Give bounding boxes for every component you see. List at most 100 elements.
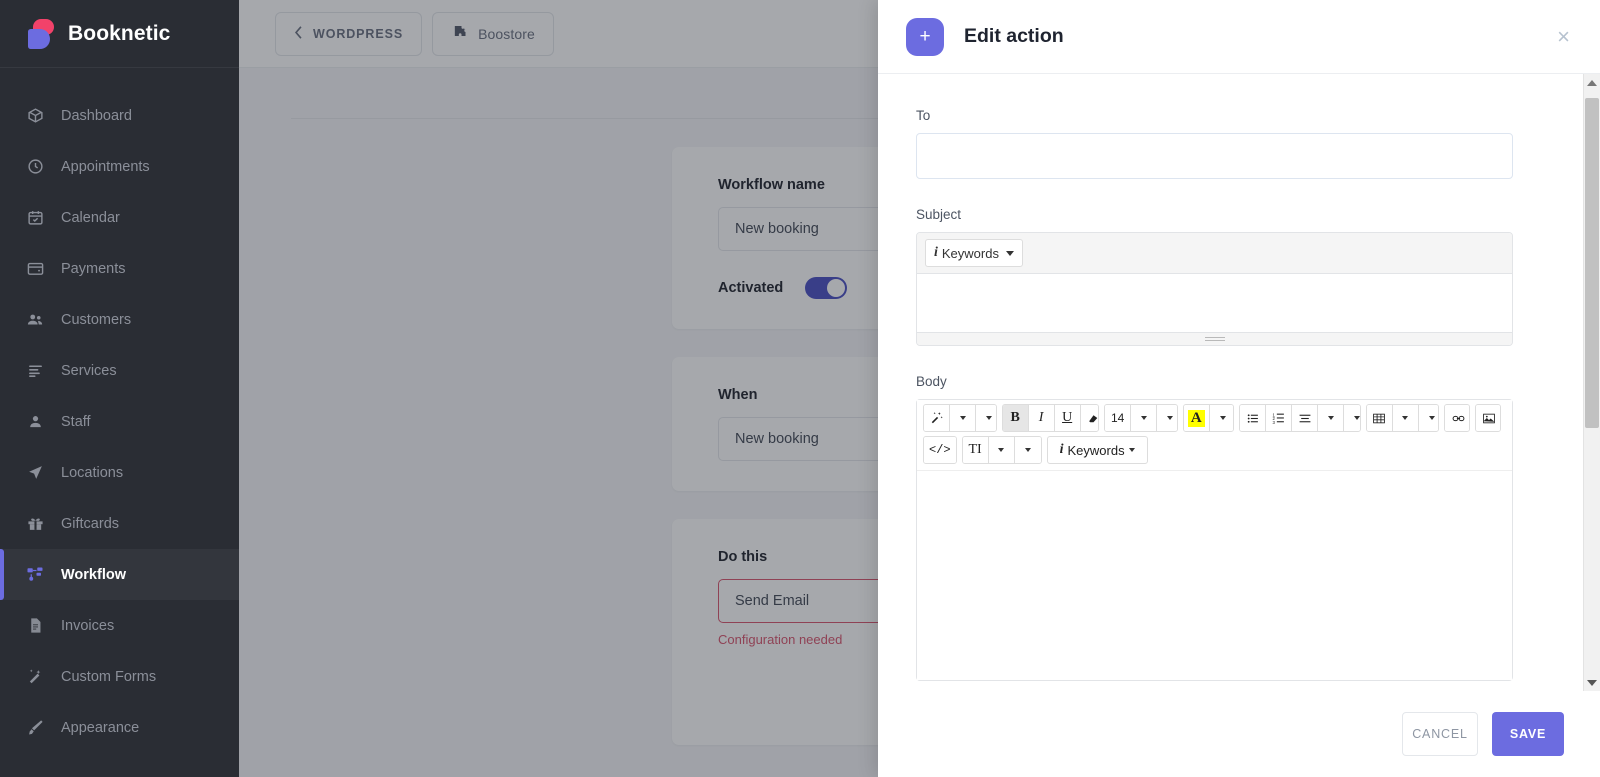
unordered-list-button[interactable] xyxy=(1240,405,1267,431)
workflow-icon xyxy=(22,566,48,584)
sidebar-item-invoices[interactable]: Invoices xyxy=(0,600,239,651)
body-keywords-label[interactable]: Keywords xyxy=(1068,443,1125,458)
list-icon xyxy=(22,362,48,380)
info-icon: i xyxy=(934,245,938,260)
modal-footer: CANCEL SAVE xyxy=(878,691,1600,777)
paintbrush-icon xyxy=(22,719,48,737)
cancel-button[interactable]: CANCEL xyxy=(1402,712,1478,756)
text-style-caret-2-icon[interactable] xyxy=(1014,437,1041,463)
ordered-list-button[interactable]: 123 xyxy=(1266,405,1293,431)
sidebar-nav: Dashboard Appointments Calendar Payments… xyxy=(0,68,239,753)
picture-button[interactable] xyxy=(1476,405,1500,431)
sidebar-item-giftcards[interactable]: Giftcards xyxy=(0,498,239,549)
document-icon xyxy=(22,617,48,635)
add-icon[interactable]: + xyxy=(906,17,944,56)
scrollbar-thumb[interactable] xyxy=(1585,98,1599,428)
info-icon: i xyxy=(1059,442,1064,457)
sidebar-item-label: Services xyxy=(61,362,117,379)
sidebar: Booknetic Dashboard Appointments Calenda… xyxy=(0,0,239,777)
sidebar-item-workflow[interactable]: Workflow xyxy=(0,549,239,600)
font-size-value[interactable]: 14 xyxy=(1105,405,1132,431)
sidebar-item-label: Calendar xyxy=(61,209,120,226)
sidebar-item-label: Workflow xyxy=(61,566,126,583)
gift-icon xyxy=(22,515,48,533)
navigation-icon xyxy=(22,464,48,482)
body-toolbar-row-2: </> TI i Keywords xyxy=(923,436,1506,464)
modal-body: To Subject i Keywords Body B I U 14 A 1 … xyxy=(878,74,1600,691)
edit-action-modal: + Edit action × To Subject i Keywords Bo… xyxy=(878,0,1600,777)
modal-scrollbar[interactable] xyxy=(1583,74,1600,691)
text-style-caret-1-icon[interactable] xyxy=(988,437,1015,463)
subject-input[interactable] xyxy=(917,274,1512,332)
align-caret-2-icon[interactable] xyxy=(1344,405,1360,431)
table-caret-2-icon[interactable] xyxy=(1418,405,1439,431)
align-caret-1-icon[interactable] xyxy=(1318,405,1345,431)
sidebar-item-calendar[interactable]: Calendar xyxy=(0,192,239,243)
style-magic-icon[interactable] xyxy=(924,405,950,431)
sidebar-item-appointments[interactable]: Appointments xyxy=(0,141,239,192)
save-button[interactable]: SAVE xyxy=(1492,712,1564,756)
sidebar-item-customers[interactable]: Customers xyxy=(0,294,239,345)
booknetic-logo-icon xyxy=(28,18,54,49)
italic-button[interactable]: I xyxy=(1028,405,1055,431)
chevron-down-icon xyxy=(1128,448,1135,452)
sidebar-item-staff[interactable]: Staff xyxy=(0,396,239,447)
text-style-button[interactable]: TI xyxy=(962,437,989,463)
sidebar-item-label: Customers xyxy=(61,311,132,328)
subject-editor: i Keywords xyxy=(916,232,1513,346)
font-size-caret-1-icon[interactable] xyxy=(1131,405,1158,431)
sidebar-item-payments[interactable]: Payments xyxy=(0,243,239,294)
font-size-caret-2-icon[interactable] xyxy=(1157,405,1177,431)
underline-button[interactable]: U xyxy=(1054,405,1081,431)
sidebar-item-label: Appointments xyxy=(61,158,150,175)
brand-name: Booknetic xyxy=(68,21,171,45)
style-caret-1-icon[interactable] xyxy=(950,405,976,431)
chevron-down-icon xyxy=(1005,250,1014,256)
brand-logo[interactable]: Booknetic xyxy=(0,0,239,68)
body-input[interactable] xyxy=(917,470,1512,680)
sidebar-item-label: Staff xyxy=(61,413,91,430)
paragraph-align-button[interactable] xyxy=(1292,405,1319,431)
sidebar-item-label: Dashboard xyxy=(61,107,132,124)
sidebar-item-services[interactable]: Services xyxy=(0,345,239,396)
table-caret-1-icon[interactable] xyxy=(1392,405,1419,431)
magic-wand-icon xyxy=(22,668,48,686)
sidebar-item-label: Payments xyxy=(61,260,126,277)
scroll-up-arrow-icon[interactable] xyxy=(1584,74,1600,91)
subject-keywords-label: Keywords xyxy=(941,245,999,261)
grip-icon xyxy=(1204,336,1225,343)
scroll-down-arrow-icon[interactable] xyxy=(1584,674,1600,691)
wallet-icon xyxy=(22,260,48,278)
to-input[interactable] xyxy=(916,133,1513,179)
font-color-button[interactable]: A xyxy=(1183,405,1210,431)
sidebar-item-appearance[interactable]: Appearance xyxy=(0,702,239,753)
sidebar-item-label: Giftcards xyxy=(61,515,120,532)
sidebar-item-dashboard[interactable]: Dashboard xyxy=(0,90,239,141)
remove-format-button[interactable] xyxy=(1080,405,1099,431)
sidebar-item-locations[interactable]: Locations xyxy=(0,447,239,498)
subject-resize-handle[interactable] xyxy=(917,332,1512,345)
table-button[interactable] xyxy=(1366,405,1393,431)
body-toolbar-row-1: B I U 14 A 1 2 3 xyxy=(923,404,1506,432)
sidebar-item-custom-forms[interactable]: Custom Forms xyxy=(0,651,239,702)
close-icon[interactable]: × xyxy=(1551,22,1576,52)
font-color-caret-icon[interactable] xyxy=(1209,405,1234,431)
bold-button[interactable]: B xyxy=(1002,405,1029,431)
sidebar-item-label: Locations xyxy=(61,464,124,481)
modal-title: Edit action xyxy=(964,25,1064,47)
to-label: To xyxy=(916,108,931,123)
subject-keywords-button[interactable]: i Keywords xyxy=(925,239,1023,267)
modal-header: + Edit action × xyxy=(878,0,1600,74)
body-editor: B I U 14 A 1 2 3 </> TI i Keywords xyxy=(916,399,1513,681)
calendar-icon xyxy=(22,209,48,227)
svg-text:3: 3 xyxy=(1272,419,1275,424)
subject-label: Subject xyxy=(916,207,962,222)
code-view-button[interactable]: </> xyxy=(924,437,956,463)
user-icon xyxy=(22,413,48,431)
users-icon xyxy=(22,311,48,329)
box-icon xyxy=(22,107,48,125)
link-button[interactable] xyxy=(1445,405,1470,431)
style-caret-2-icon[interactable] xyxy=(976,405,996,431)
subject-toolbar: i Keywords xyxy=(917,233,1512,274)
clock-icon xyxy=(22,158,48,176)
